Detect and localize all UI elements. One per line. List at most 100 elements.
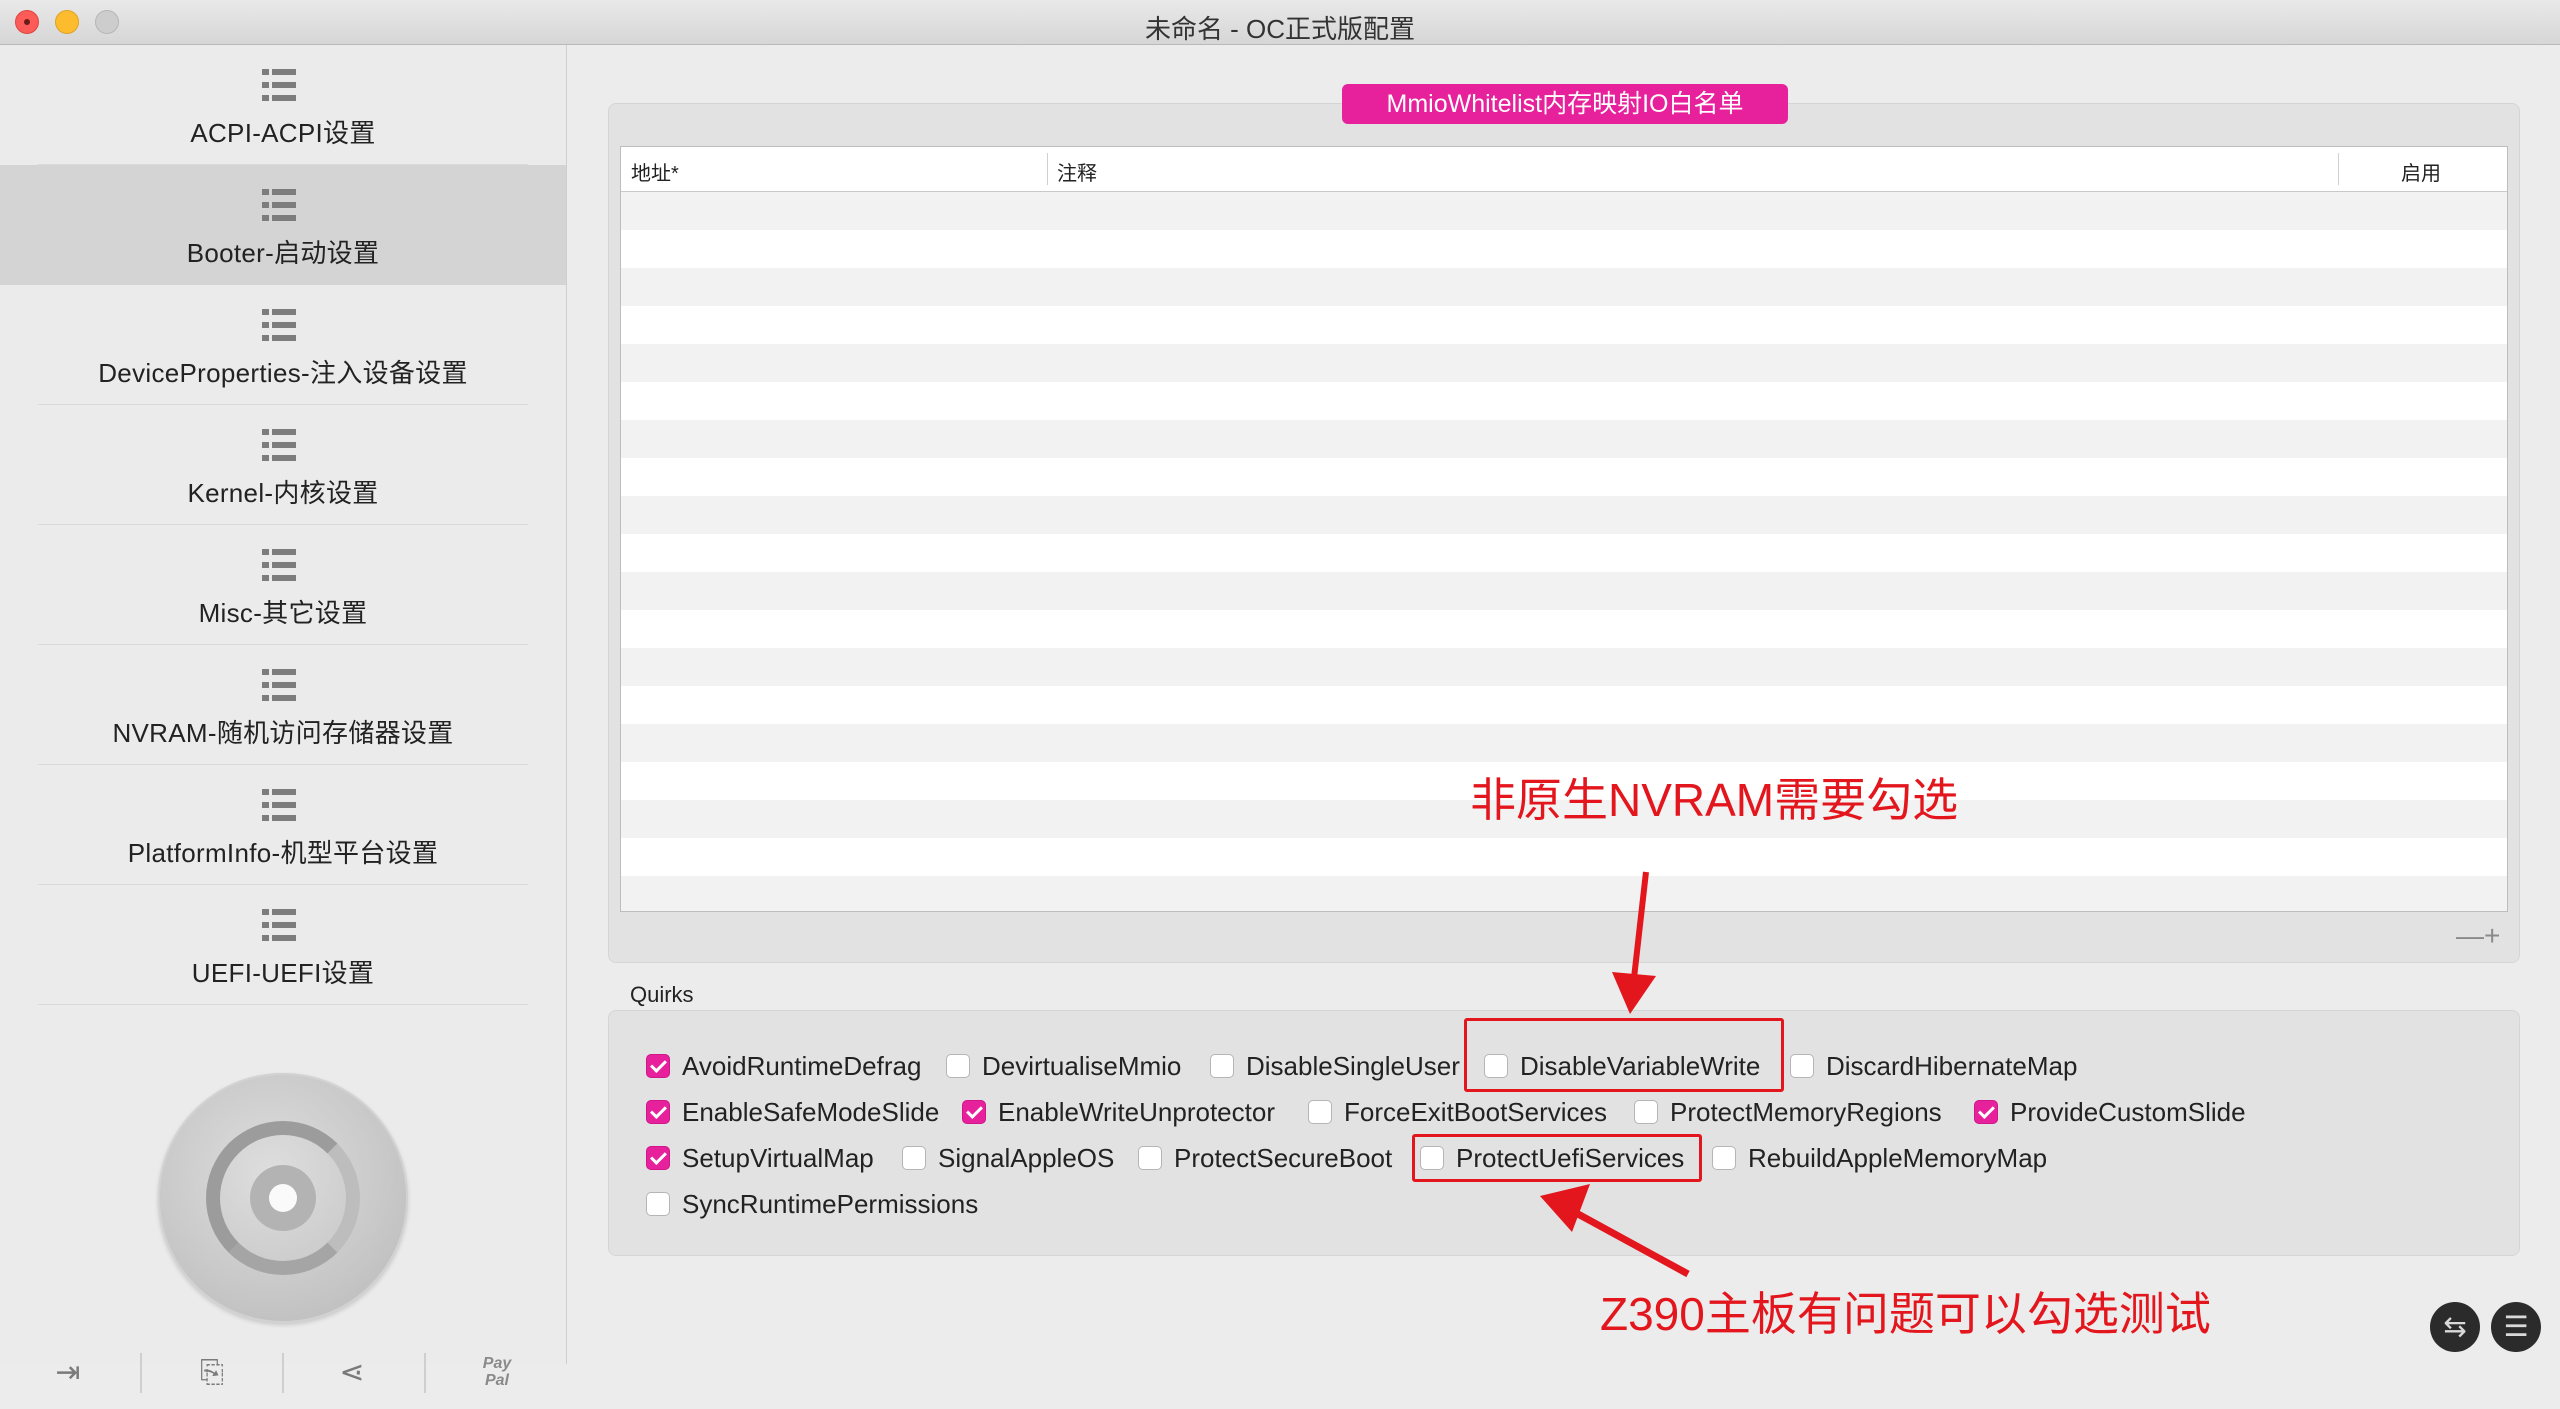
list-icon bbox=[262, 429, 296, 461]
list-icon bbox=[262, 669, 296, 701]
checkbox-label: EnableWriteUnprotector bbox=[998, 1096, 1275, 1127]
checkbox[interactable] bbox=[646, 1100, 670, 1124]
checkbox[interactable] bbox=[1712, 1146, 1736, 1170]
table-row[interactable] bbox=[621, 686, 2507, 724]
checkbox-label: DiscardHibernateMap bbox=[1826, 1050, 2078, 1081]
paypal-icon[interactable]: Pay Pal bbox=[475, 1355, 519, 1395]
quirk-enable-write-unprotector[interactable]: EnableWriteUnprotector bbox=[962, 1096, 1275, 1128]
remove-row-button[interactable]: — bbox=[2456, 920, 2484, 952]
quirk-signal-apple-os[interactable]: SignalAppleOS bbox=[902, 1142, 1114, 1174]
checkbox[interactable] bbox=[962, 1100, 986, 1124]
table-row[interactable] bbox=[621, 230, 2507, 268]
export-icon[interactable]: ⎘ bbox=[192, 1353, 232, 1393]
checkbox[interactable] bbox=[1484, 1054, 1508, 1078]
checkbox-label: ProvideCustomSlide bbox=[2010, 1096, 2246, 1127]
table-row[interactable] bbox=[621, 192, 2507, 230]
annotation-z390: Z390主板有问题可以勾选测试 bbox=[1600, 1288, 2211, 1340]
column-address[interactable]: 地址* bbox=[631, 157, 679, 186]
sidebar-item-label: DeviceProperties-注入设备设置 bbox=[98, 358, 468, 388]
table-row[interactable] bbox=[621, 572, 2507, 610]
annotation-nvram: 非原生NVRAM需要勾选 bbox=[1470, 774, 1959, 826]
window-title: 未命名 - OC正式版配置 bbox=[1144, 14, 1416, 44]
sidebar-item-kernel[interactable]: Kernel-内核设置 bbox=[0, 405, 566, 525]
sidebar-item-uefi[interactable]: UEFI-UEFI设置 bbox=[0, 885, 566, 1005]
checkbox[interactable] bbox=[1210, 1054, 1234, 1078]
share-icon[interactable]: ⋖ bbox=[332, 1353, 372, 1393]
table-row[interactable] bbox=[621, 648, 2507, 686]
sidebar-toolbar: ⇥ ⎘ ⋖ Pay Pal bbox=[0, 1335, 566, 1409]
checkbox[interactable] bbox=[1974, 1100, 1998, 1124]
checkbox-label: DisableVariableWrite bbox=[1520, 1050, 1761, 1081]
table-row[interactable] bbox=[621, 458, 2507, 496]
quirk-disable-variable-write[interactable]: DisableVariableWrite bbox=[1484, 1050, 1760, 1082]
quirk-provide-custom-slide[interactable]: ProvideCustomSlide bbox=[1974, 1096, 2246, 1128]
quirk-protect-memory-regions[interactable]: ProtectMemoryRegions bbox=[1634, 1096, 1942, 1128]
table-row[interactable] bbox=[621, 344, 2507, 382]
quirks-label: Quirks bbox=[630, 982, 694, 1007]
sidebar-item-label: NVRAM-随机访问存储器设置 bbox=[112, 718, 454, 748]
table-row[interactable] bbox=[621, 382, 2507, 420]
checkbox[interactable] bbox=[1634, 1100, 1658, 1124]
table-row[interactable] bbox=[621, 724, 2507, 762]
import-icon[interactable]: ⇥ bbox=[48, 1353, 88, 1393]
sidebar-item-misc[interactable]: Misc-其它设置 bbox=[0, 525, 566, 645]
table-row[interactable] bbox=[621, 534, 2507, 572]
checkbox-label: SignalAppleOS bbox=[938, 1142, 1115, 1173]
sidebar-item-booter[interactable]: Booter-启动设置 bbox=[0, 165, 566, 285]
sidebar-item-label: UEFI-UEFI设置 bbox=[191, 958, 375, 988]
quirk-force-exit-boot-services[interactable]: ForceExitBootServices bbox=[1308, 1096, 1607, 1128]
table-row[interactable] bbox=[621, 268, 2507, 306]
sidebar-item-acpi[interactable]: ACPI-ACPI设置 bbox=[0, 45, 566, 165]
checkbox-label: RebuildAppleMemoryMap bbox=[1748, 1142, 2048, 1173]
quirk-rebuild-apple-memory-map[interactable]: RebuildAppleMemoryMap bbox=[1712, 1142, 2047, 1174]
table-row[interactable] bbox=[621, 496, 2507, 534]
quirk-avoid-runtime-defrag[interactable]: AvoidRuntimeDefrag bbox=[646, 1050, 921, 1082]
sidebar-item-label: PlatformInfo-机型平台设置 bbox=[127, 838, 439, 868]
sidebar-item-nvram[interactable]: NVRAM-随机访问存储器设置 bbox=[0, 645, 566, 765]
sidebar-item-platforminfo[interactable]: PlatformInfo-机型平台设置 bbox=[0, 765, 566, 885]
opencore-gear-logo bbox=[158, 1073, 408, 1323]
swap-icon[interactable]: ⇆ bbox=[2430, 1302, 2480, 1352]
checkbox-label: ProtectMemoryRegions bbox=[1670, 1096, 1942, 1127]
checkbox[interactable] bbox=[1790, 1054, 1814, 1078]
title-bar: 未命名 - OC正式版配置 bbox=[0, 0, 2560, 45]
quirk-sync-runtime-permissions[interactable]: SyncRuntimePermissions bbox=[646, 1188, 978, 1220]
quirk-setup-virtual-map[interactable]: SetupVirtualMap bbox=[646, 1142, 874, 1174]
checkbox[interactable] bbox=[902, 1146, 926, 1170]
checkbox-label: ProtectUefiServices bbox=[1456, 1142, 1685, 1173]
table-row[interactable] bbox=[621, 838, 2507, 876]
checkbox[interactable] bbox=[1138, 1146, 1162, 1170]
list-icon bbox=[262, 69, 296, 101]
add-row-button[interactable]: + bbox=[2484, 920, 2500, 952]
list-icon[interactable]: ☰ bbox=[2491, 1302, 2541, 1352]
table-header: 地址* 注释 启用 bbox=[621, 147, 2507, 192]
checkbox-label: DevirtualiseMmio bbox=[982, 1050, 1182, 1081]
checkbox-label: SetupVirtualMap bbox=[682, 1142, 874, 1173]
sidebar: ACPI-ACPI设置 Booter-启动设置 DeviceProperties-注… bbox=[0, 45, 567, 1393]
quirk-disable-single-user[interactable]: DisableSingleUser bbox=[1210, 1050, 1460, 1082]
table-row[interactable] bbox=[621, 306, 2507, 344]
checkbox[interactable] bbox=[646, 1146, 670, 1170]
table-row[interactable] bbox=[621, 610, 2507, 648]
quirk-protect-uefi-services[interactable]: ProtectUefiServices bbox=[1420, 1142, 1684, 1174]
checkbox[interactable] bbox=[646, 1054, 670, 1078]
sidebar-item-label: ACPI-ACPI设置 bbox=[190, 118, 376, 148]
sidebar-item-deviceproperties[interactable]: DeviceProperties-注入设备设置 bbox=[0, 285, 566, 405]
quirk-devirtualise-mmio[interactable]: DevirtualiseMmio bbox=[946, 1050, 1181, 1082]
table-row[interactable] bbox=[621, 876, 2507, 911]
sidebar-item-label: Booter-启动设置 bbox=[186, 238, 380, 268]
mmio-whitelist-tab[interactable]: MmioWhitelist内存映射IO白名单 bbox=[1342, 84, 1788, 124]
quirk-enable-safe-mode-slide[interactable]: EnableSafeModeSlide bbox=[646, 1096, 939, 1128]
checkbox[interactable] bbox=[946, 1054, 970, 1078]
list-icon bbox=[262, 909, 296, 941]
sidebar-item-label: Misc-其它设置 bbox=[198, 598, 368, 628]
list-icon bbox=[262, 549, 296, 581]
column-enabled[interactable]: 启用 bbox=[2401, 157, 2441, 186]
table-row[interactable] bbox=[621, 420, 2507, 458]
column-comment[interactable]: 注释 bbox=[1057, 157, 1097, 186]
quirk-protect-secure-boot[interactable]: ProtectSecureBoot bbox=[1138, 1142, 1392, 1174]
checkbox[interactable] bbox=[646, 1192, 670, 1216]
checkbox[interactable] bbox=[1420, 1146, 1444, 1170]
checkbox[interactable] bbox=[1308, 1100, 1332, 1124]
quirk-discard-hibernate-map[interactable]: DiscardHibernateMap bbox=[1790, 1050, 2077, 1082]
